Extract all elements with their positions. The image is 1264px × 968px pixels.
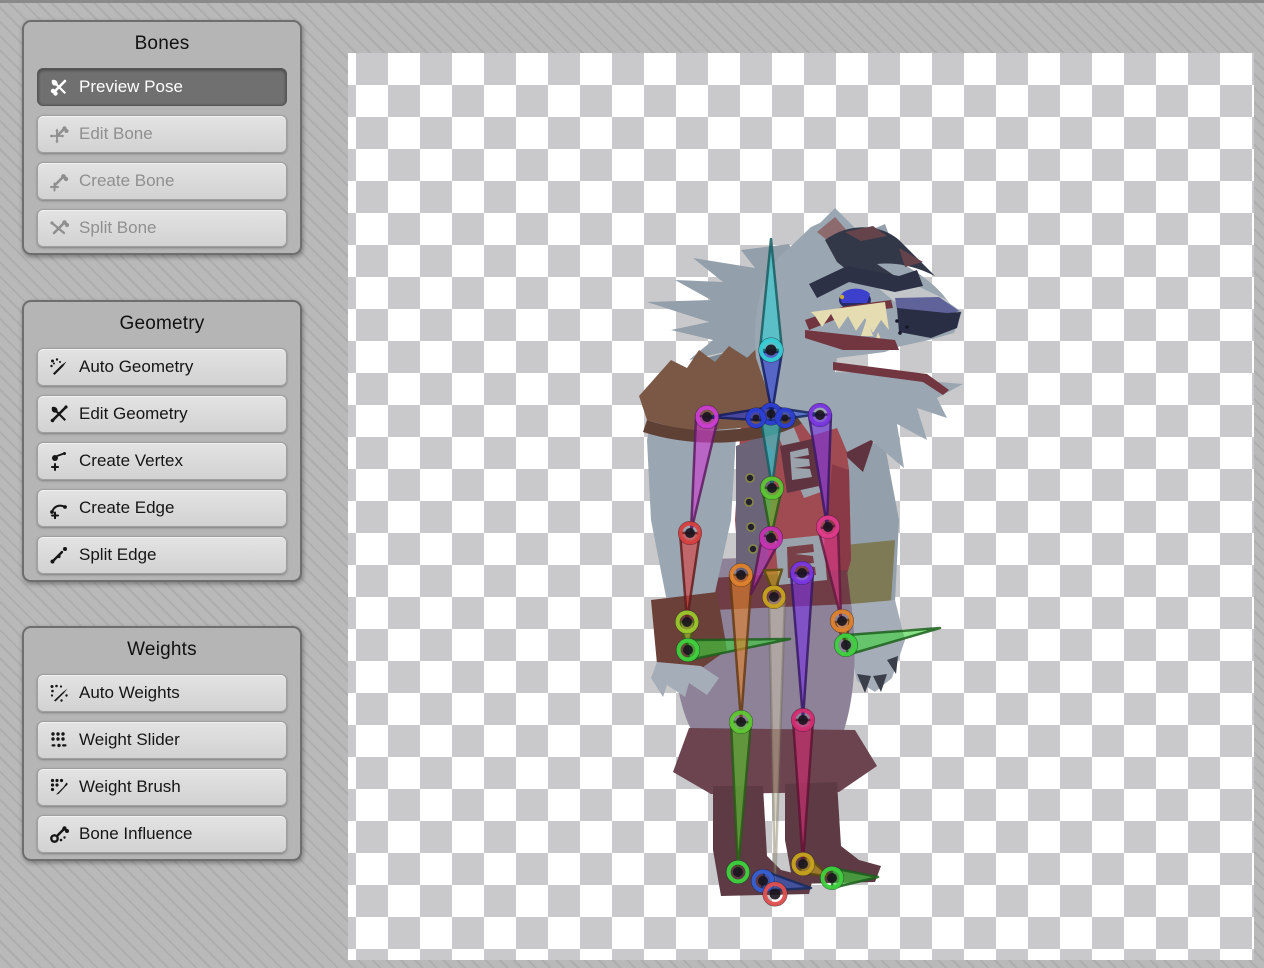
joint-knee-right[interactable] — [792, 709, 814, 731]
panel-geometry-title: Geometry — [24, 302, 300, 339]
weight-slider-icon — [48, 729, 70, 751]
vest-eyelet — [749, 545, 757, 553]
split-bone-label: Split Bone — [79, 218, 157, 238]
split-edge-button[interactable]: Split Edge — [37, 536, 287, 574]
create-edge-label: Create Edge — [79, 498, 174, 518]
preview-pose-button[interactable]: Preview Pose — [37, 68, 287, 106]
split-bone-icon — [48, 217, 70, 239]
panel-weights-title: Weights — [24, 628, 300, 665]
whisker-dot — [898, 331, 902, 335]
joint-chest-right[interactable] — [776, 409, 795, 428]
create-bone-button[interactable]: Create Bone — [37, 162, 287, 200]
vest-eyelet — [745, 498, 753, 506]
joint-shoulder-right[interactable] — [809, 404, 831, 426]
joint-hip-left[interactable] — [730, 564, 752, 586]
panel-geometry: Geometry Auto Geometry Edit Geometry Cre… — [22, 300, 302, 582]
joint-foot-left[interactable] — [752, 870, 774, 892]
panel-bones: Bones Preview Pose Edit Bone Create Bone… — [22, 20, 302, 255]
create-vertex-button[interactable]: Create Vertex — [37, 442, 287, 480]
vest-eyelet — [747, 523, 755, 531]
bone-influence-icon — [48, 823, 70, 845]
right-arm-pouch — [845, 540, 895, 606]
whisker-dot — [895, 319, 899, 323]
split-bone-button[interactable]: Split Bone — [37, 209, 287, 247]
auto-weights-label: Auto Weights — [79, 683, 180, 703]
eye-glint — [840, 295, 844, 299]
whisker-dot — [905, 325, 909, 329]
preview-pose-icon — [48, 76, 70, 98]
split-edge-label: Split Edge — [79, 545, 157, 565]
joint-elbow-right[interactable] — [817, 516, 839, 538]
auto-weights-icon — [48, 682, 70, 704]
edit-bone-icon — [48, 123, 70, 145]
joint-chest-left[interactable] — [747, 409, 766, 428]
edit-bone-label: Edit Bone — [79, 124, 153, 144]
preview-pose-label: Preview Pose — [79, 77, 183, 97]
joint-pelvis[interactable] — [763, 586, 785, 608]
joint-wrist-left[interactable] — [676, 611, 698, 633]
joint-ankle-left[interactable] — [727, 861, 749, 883]
joint-foot-right[interactable] — [821, 867, 843, 889]
auto-geometry-button[interactable]: Auto Geometry — [37, 348, 287, 386]
weight-slider-button[interactable]: Weight Slider — [37, 721, 287, 759]
joint-hand-right[interactable] — [835, 634, 857, 656]
window-top-border — [0, 0, 1264, 3]
create-vertex-label: Create Vertex — [79, 451, 183, 471]
auto-weights-button[interactable]: Auto Weights — [37, 674, 287, 712]
joint-hand-left[interactable] — [677, 639, 699, 661]
auto-geometry-label: Auto Geometry — [79, 357, 193, 377]
joint-hip-right[interactable] — [791, 562, 813, 584]
edit-geometry-label: Edit Geometry — [79, 404, 188, 424]
edit-bone-button[interactable]: Edit Bone — [37, 115, 287, 153]
bone-influence-button[interactable]: Bone Influence — [37, 815, 287, 853]
sprite-svg — [348, 53, 1254, 960]
weight-brush-icon — [48, 776, 70, 798]
edit-geometry-button[interactable]: Edit Geometry — [37, 395, 287, 433]
panel-weights: Weights Auto Weights Weight Slider Weigh… — [22, 626, 302, 861]
joint-spine-joint[interactable] — [761, 477, 783, 499]
joint-spine-low-joint[interactable] — [760, 527, 782, 549]
joint-wrist-right[interactable] — [831, 610, 853, 632]
joint-elbow-left[interactable] — [679, 522, 701, 544]
weight-brush-label: Weight Brush — [79, 777, 181, 797]
create-edge-icon — [48, 497, 70, 519]
joint-ankle-right[interactable] — [792, 853, 814, 875]
create-edge-button[interactable]: Create Edge — [37, 489, 287, 527]
vest-eyelet — [746, 474, 754, 482]
split-edge-icon — [48, 544, 70, 566]
joint-knee-left[interactable] — [730, 711, 752, 733]
sprite-canvas[interactable] — [348, 53, 1254, 960]
panel-bones-title: Bones — [24, 22, 300, 59]
auto-geometry-icon — [48, 356, 70, 378]
edit-geometry-icon — [48, 403, 70, 425]
bone-influence-label: Bone Influence — [79, 824, 192, 844]
create-vertex-icon — [48, 450, 70, 472]
joint-neck[interactable] — [760, 339, 783, 362]
joint-root[interactable] — [764, 883, 787, 906]
create-bone-label: Create Bone — [79, 171, 174, 191]
weight-slider-label: Weight Slider — [79, 730, 180, 750]
weight-brush-button[interactable]: Weight Brush — [37, 768, 287, 806]
joint-shoulder-left[interactable] — [696, 406, 718, 428]
create-bone-icon — [48, 170, 70, 192]
